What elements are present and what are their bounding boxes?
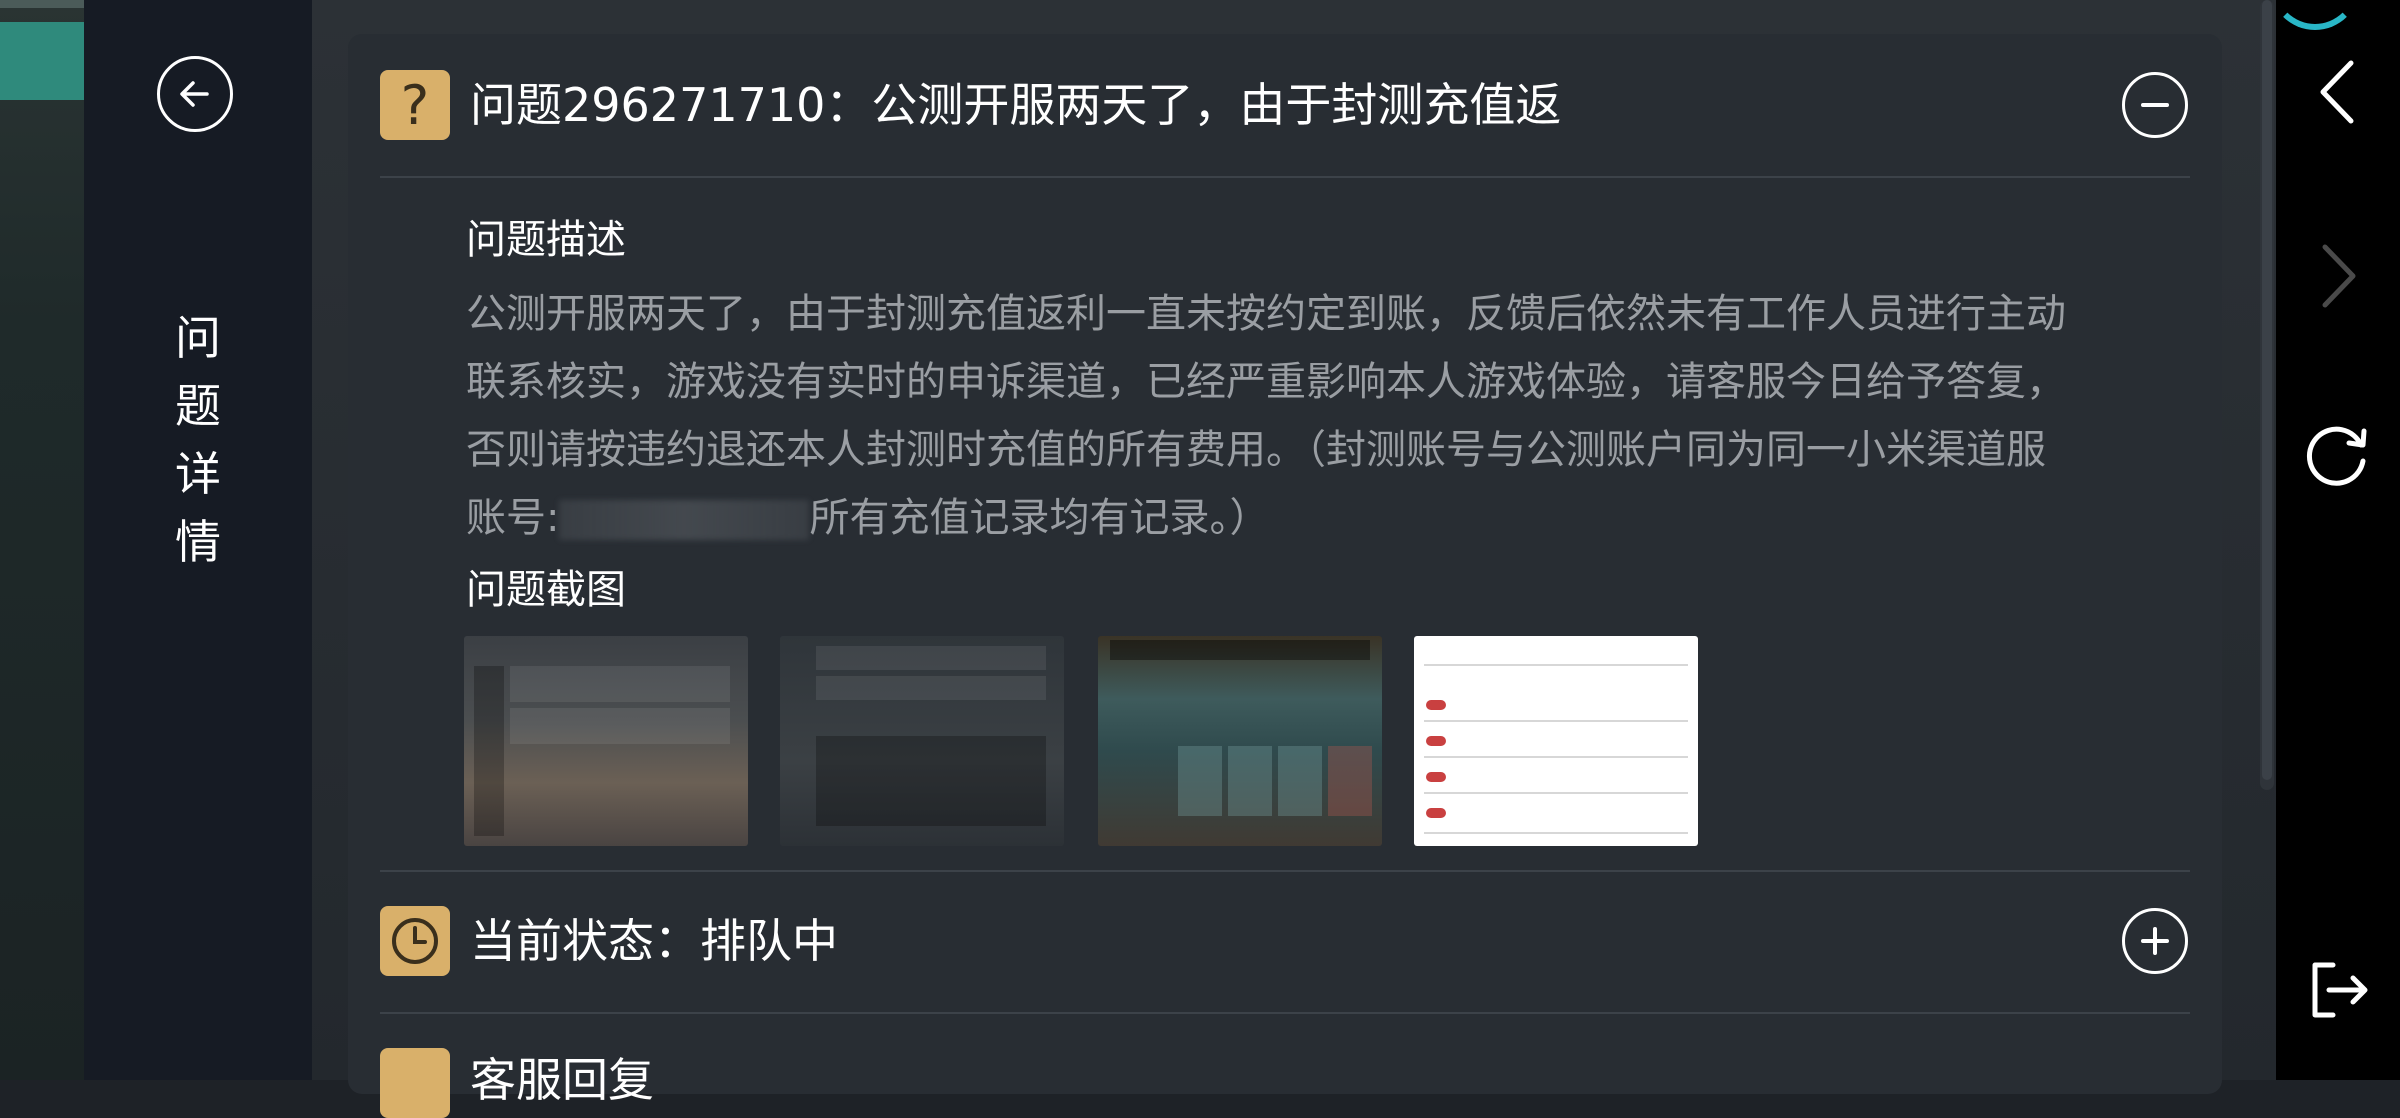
thumb-item: [1278, 746, 1322, 816]
thumb-row: [510, 708, 730, 744]
thumb-dot: [1426, 700, 1446, 710]
screenshots-label: 问题截图: [466, 567, 626, 613]
title-char: 题: [175, 379, 221, 433]
thumb-row: [816, 646, 1046, 670]
right-nav-bar: [2276, 0, 2400, 1080]
divider: [380, 1012, 2190, 1014]
thumb-row: [1424, 832, 1688, 834]
divider: [380, 870, 2190, 872]
title-char: 情: [175, 515, 221, 569]
title-char: 详: [175, 447, 221, 501]
refresh-icon: [2306, 426, 2367, 486]
thumb-row: [816, 676, 1046, 700]
thumb-dialog: [816, 736, 1046, 826]
screenshot-thumbnail[interactable]: [1098, 636, 1382, 846]
back-nav-button[interactable]: [2298, 52, 2378, 132]
reply-icon: [380, 1048, 450, 1118]
arrow-left-icon: [180, 81, 209, 107]
redacted-account-number: [559, 500, 810, 540]
back-button[interactable]: [157, 56, 233, 132]
title-char: 问: [175, 311, 221, 365]
refresh-button[interactable]: [2298, 416, 2378, 496]
thumb-item: [1328, 746, 1372, 816]
reply-title: 客服回复: [470, 1053, 654, 1107]
screenshot-thumbnail[interactable]: [780, 636, 1064, 846]
thumb-row: [1424, 720, 1688, 722]
clock-icon: [380, 906, 450, 976]
forward-nav-button[interactable]: [2298, 236, 2378, 316]
thumb-dot: [1426, 736, 1446, 746]
thumb-header: [1110, 640, 1370, 660]
thumb-sidebar: [474, 666, 504, 836]
exit-button[interactable]: [2298, 950, 2378, 1030]
description-text: 公测开服两天了，由于封测充值返利一直未按约定到账，反馈后依然未有工作人员进行主动…: [466, 280, 2076, 552]
minus-circle-icon: [2141, 103, 2169, 107]
chevron-left-icon: [2320, 60, 2354, 124]
divider: [380, 176, 2190, 178]
description-text-part2: 所有充值记录均有记录。）: [809, 495, 1270, 541]
strip-bar: [0, 0, 84, 8]
thumb-item: [1178, 746, 1222, 816]
background-game-strip: [0, 0, 84, 1080]
thumb-dot: [1426, 808, 1446, 818]
plus-circle-icon: [2141, 927, 2169, 955]
exit-icon: [2312, 962, 2368, 1018]
question-mark-icon: ?: [380, 70, 450, 140]
chevron-right-icon: [2322, 244, 2356, 308]
clock-glyph: [392, 918, 438, 964]
current-status: 当前状态：排队中: [470, 914, 838, 968]
question-title: 问题296271710：公测开服两天了，由于封测充值返: [470, 78, 1562, 132]
thumb-dot: [1426, 772, 1446, 782]
thumb-row: [1424, 792, 1688, 794]
thumb-row: [1424, 664, 1688, 666]
screenshot-thumbnail[interactable]: [1414, 636, 1698, 846]
thumb-row: [1424, 756, 1688, 758]
page-title-vertical: 问 题 详 情: [160, 304, 236, 576]
description-label: 问题描述: [466, 217, 626, 263]
thumb-item: [1228, 746, 1272, 816]
expand-button[interactable]: [2122, 908, 2188, 974]
scrollbar-thumb[interactable]: [2262, 0, 2272, 780]
thumb-row: [510, 666, 730, 702]
collapse-button[interactable]: [2122, 72, 2188, 138]
screenshot-thumbnail[interactable]: [464, 636, 748, 846]
scrollbar[interactable]: [2260, 0, 2274, 790]
strip-teal-block: [0, 22, 84, 100]
